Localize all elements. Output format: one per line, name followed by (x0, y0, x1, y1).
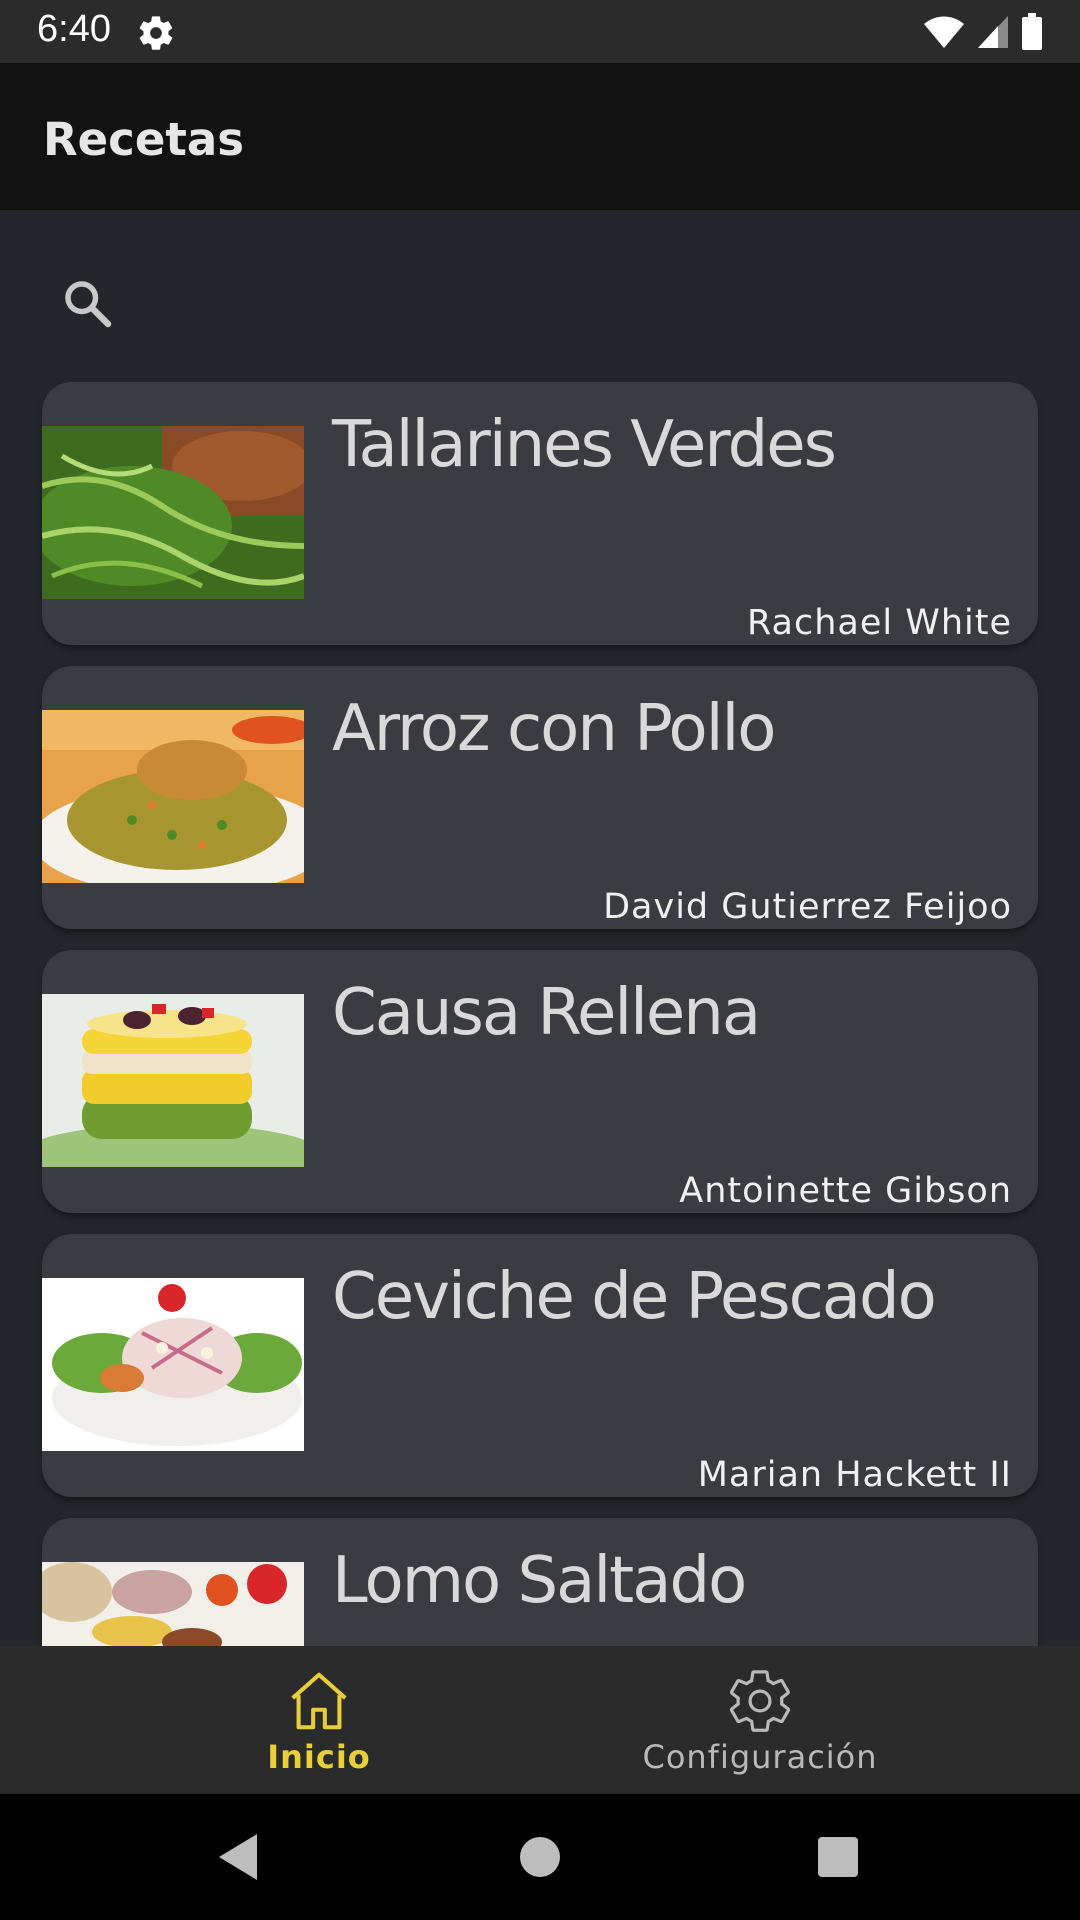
back-icon[interactable] (205, 1824, 271, 1890)
recents-icon[interactable] (805, 1824, 871, 1890)
home-circle-icon[interactable] (507, 1824, 573, 1890)
search-bar[interactable] (0, 250, 1080, 346)
bottom-navigation: Inicio Configuración (0, 1646, 1080, 1794)
status-indicators (922, 12, 1044, 52)
recipe-card[interactable]: Tallarines Verdes Rachael White (42, 382, 1038, 645)
nav-item-configuracion[interactable]: Configuración (610, 1646, 910, 1794)
recipe-author: Antoinette Gibson (679, 1171, 1012, 1211)
search-icon[interactable] (58, 274, 118, 334)
recipe-author: Marian Hackett II (697, 1455, 1012, 1495)
cell-signal-icon (978, 16, 1008, 48)
recipe-card[interactable]: Causa Rellena Antoinette Gibson (42, 950, 1038, 1213)
battery-icon (1022, 13, 1042, 50)
recipe-title: Ceviche de Pescado (332, 1260, 937, 1334)
home-icon (291, 1672, 347, 1730)
status-time: 6:40 (37, 8, 111, 50)
nav-label: Configuración (642, 1738, 878, 1776)
recipe-card[interactable]: Arroz con Pollo David Gutierrez Feijoo (42, 666, 1038, 929)
recipe-image-ceviche-de-pescado (42, 1278, 304, 1451)
recipe-image-causa-rellena (42, 994, 304, 1167)
page-title: Recetas (43, 113, 245, 166)
recipe-author: David Gutierrez Feijoo (603, 887, 1012, 927)
screen: 6:40 Recetas Tallarines Verdes Rachael W… (0, 0, 1080, 1920)
gear-icon (729, 1670, 791, 1732)
recipe-image-arroz-con-pollo (42, 710, 304, 883)
nav-label: Inicio (267, 1738, 371, 1776)
system-navigation-bar (0, 1794, 1080, 1920)
status-bar: 6:40 (0, 0, 1080, 63)
recipe-list[interactable]: Tallarines Verdes Rachael White Arroz co… (0, 382, 1080, 1646)
recipe-image-tallarines-verdes (42, 426, 304, 599)
recipe-title: Lomo Saltado (332, 1544, 747, 1618)
recipe-card[interactable]: Ceviche de Pescado Marian Hackett II (42, 1234, 1038, 1497)
wifi-icon (924, 16, 964, 48)
nav-item-inicio[interactable]: Inicio (169, 1646, 469, 1794)
recipe-image-lomo-saltado (42, 1562, 304, 1646)
recipe-title: Arroz con Pollo (332, 692, 776, 766)
recipe-author: Rachael White (746, 603, 1012, 643)
app-bar: Recetas (0, 63, 1080, 210)
recipe-title: Causa Rellena (332, 976, 761, 1050)
recipe-title: Tallarines Verdes (332, 408, 837, 482)
recipe-card[interactable]: Lomo Saltado (42, 1518, 1038, 1646)
settings-status-icon (139, 16, 173, 50)
